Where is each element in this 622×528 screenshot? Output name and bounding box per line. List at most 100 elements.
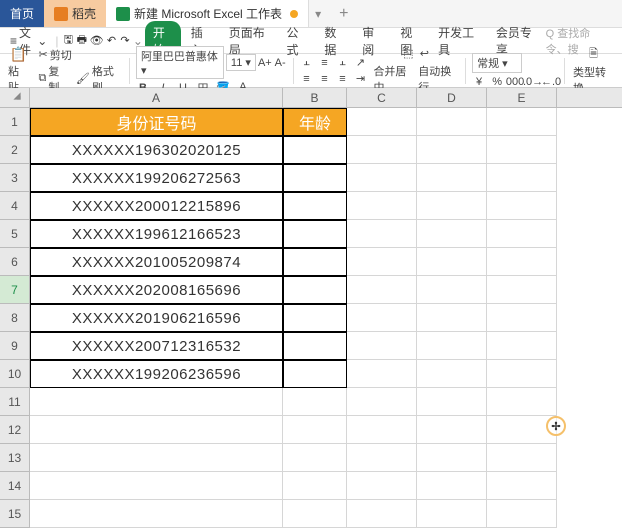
- row-header[interactable]: 9: [0, 332, 30, 360]
- cell-b2[interactable]: [283, 136, 347, 164]
- cell-b6[interactable]: [283, 248, 347, 276]
- cell-e4[interactable]: [487, 192, 557, 220]
- cell-d5[interactable]: [417, 220, 487, 248]
- align-bottom-icon[interactable]: ⫠: [335, 56, 349, 70]
- cell-e9[interactable]: [487, 332, 557, 360]
- cell-c1[interactable]: [347, 108, 417, 136]
- ribbon-data[interactable]: 数据: [316, 21, 352, 61]
- cell-b7[interactable]: [283, 276, 347, 304]
- select-all-corner[interactable]: [0, 88, 30, 107]
- cell-c12[interactable]: [347, 416, 417, 444]
- cell-e5[interactable]: [487, 220, 557, 248]
- cell-a14[interactable]: [30, 472, 283, 500]
- row-header[interactable]: 10: [0, 360, 30, 388]
- increase-font-icon[interactable]: A+: [258, 56, 272, 70]
- cell-a5[interactable]: XXXXXX199612166523: [30, 220, 283, 248]
- cell-e6[interactable]: [487, 248, 557, 276]
- cell-c13[interactable]: [347, 444, 417, 472]
- orientation-icon[interactable]: ↗: [353, 56, 367, 70]
- wrap-icon[interactable]: ↩: [417, 47, 431, 61]
- tab-docker[interactable]: 稻壳: [44, 0, 106, 27]
- cell-a3[interactable]: XXXXXX199206272563: [30, 164, 283, 192]
- cell-c8[interactable]: [347, 304, 417, 332]
- align-right-icon[interactable]: ≡: [335, 72, 349, 86]
- col-header-a[interactable]: A: [30, 88, 283, 107]
- decrease-font-icon[interactable]: A-: [274, 56, 287, 70]
- cell-d4[interactable]: [417, 192, 487, 220]
- cell-d2[interactable]: [417, 136, 487, 164]
- indent-icon[interactable]: ⇥: [353, 72, 367, 86]
- cell-b14[interactable]: [283, 472, 347, 500]
- cell-d14[interactable]: [417, 472, 487, 500]
- cell-a2[interactable]: XXXXXX196302020125: [30, 136, 283, 164]
- cell-d6[interactable]: [417, 248, 487, 276]
- row-header[interactable]: 12: [0, 416, 30, 444]
- row-header[interactable]: 6: [0, 248, 30, 276]
- cell-e14[interactable]: [487, 472, 557, 500]
- decimal-dec-icon[interactable]: ←.0: [544, 75, 558, 89]
- col-header-b[interactable]: B: [283, 88, 347, 107]
- align-center-icon[interactable]: ≡: [317, 72, 331, 86]
- undo-icon[interactable]: ↶: [106, 34, 118, 48]
- cell-c11[interactable]: [347, 388, 417, 416]
- cell-e2[interactable]: [487, 136, 557, 164]
- row-header[interactable]: 5: [0, 220, 30, 248]
- font-select[interactable]: 阿里巴巴普惠体 ▾: [136, 46, 224, 79]
- cell-c6[interactable]: [347, 248, 417, 276]
- cell-a8[interactable]: XXXXXX201906216596: [30, 304, 283, 332]
- cell-a13[interactable]: [30, 444, 283, 472]
- align-top-icon[interactable]: ⫠: [299, 56, 313, 70]
- cell-a10[interactable]: XXXXXX199206236596: [30, 360, 283, 388]
- cell-c9[interactable]: [347, 332, 417, 360]
- cell-b1[interactable]: 年龄: [283, 108, 347, 136]
- cell-a7[interactable]: XXXXXX202008165696: [30, 276, 283, 304]
- cell-e3[interactable]: [487, 164, 557, 192]
- cell-b12[interactable]: [283, 416, 347, 444]
- cell-c10[interactable]: [347, 360, 417, 388]
- preview-icon[interactable]: 👁: [90, 34, 104, 48]
- cell-c7[interactable]: [347, 276, 417, 304]
- row-header[interactable]: 3: [0, 164, 30, 192]
- col-header-d[interactable]: D: [417, 88, 487, 107]
- cell-b4[interactable]: [283, 192, 347, 220]
- cell-c2[interactable]: [347, 136, 417, 164]
- cell-d11[interactable]: [417, 388, 487, 416]
- row-header[interactable]: 4: [0, 192, 30, 220]
- cell-a12[interactable]: [30, 416, 283, 444]
- cell-e10[interactable]: [487, 360, 557, 388]
- cell-b3[interactable]: [283, 164, 347, 192]
- cell-a4[interactable]: XXXXXX200012215896: [30, 192, 283, 220]
- cell-a11[interactable]: [30, 388, 283, 416]
- align-left-icon[interactable]: ≡: [299, 72, 313, 86]
- save-icon[interactable]: 🖫: [62, 34, 74, 48]
- col-header-e[interactable]: E: [487, 88, 557, 107]
- cell-a9[interactable]: XXXXXX200712316532: [30, 332, 283, 360]
- cell-c14[interactable]: [347, 472, 417, 500]
- cell-e8[interactable]: [487, 304, 557, 332]
- font-size-select[interactable]: 11 ▾: [226, 54, 256, 71]
- decimal-inc-icon[interactable]: .0→: [526, 75, 540, 89]
- row-header[interactable]: 7: [0, 276, 30, 304]
- cell-e1[interactable]: [487, 108, 557, 136]
- cut-button[interactable]: ✂剪切: [37, 47, 74, 63]
- cell-c3[interactable]: [347, 164, 417, 192]
- row-header[interactable]: 1: [0, 108, 30, 136]
- cell-d10[interactable]: [417, 360, 487, 388]
- cell-e7[interactable]: [487, 276, 557, 304]
- col-header-c[interactable]: C: [347, 88, 417, 107]
- cell-d13[interactable]: [417, 444, 487, 472]
- row-header[interactable]: 2: [0, 136, 30, 164]
- cell-e11[interactable]: [487, 388, 557, 416]
- cell-b5[interactable]: [283, 220, 347, 248]
- row-header[interactable]: 14: [0, 472, 30, 500]
- redo-icon[interactable]: ↷: [119, 34, 131, 48]
- cell-d12[interactable]: [417, 416, 487, 444]
- row-header[interactable]: 13: [0, 444, 30, 472]
- cell-b11[interactable]: [283, 388, 347, 416]
- cell-b8[interactable]: [283, 304, 347, 332]
- cell-d9[interactable]: [417, 332, 487, 360]
- cell-d8[interactable]: [417, 304, 487, 332]
- cell-b9[interactable]: [283, 332, 347, 360]
- cell-d3[interactable]: [417, 164, 487, 192]
- align-middle-icon[interactable]: ≡: [317, 56, 331, 70]
